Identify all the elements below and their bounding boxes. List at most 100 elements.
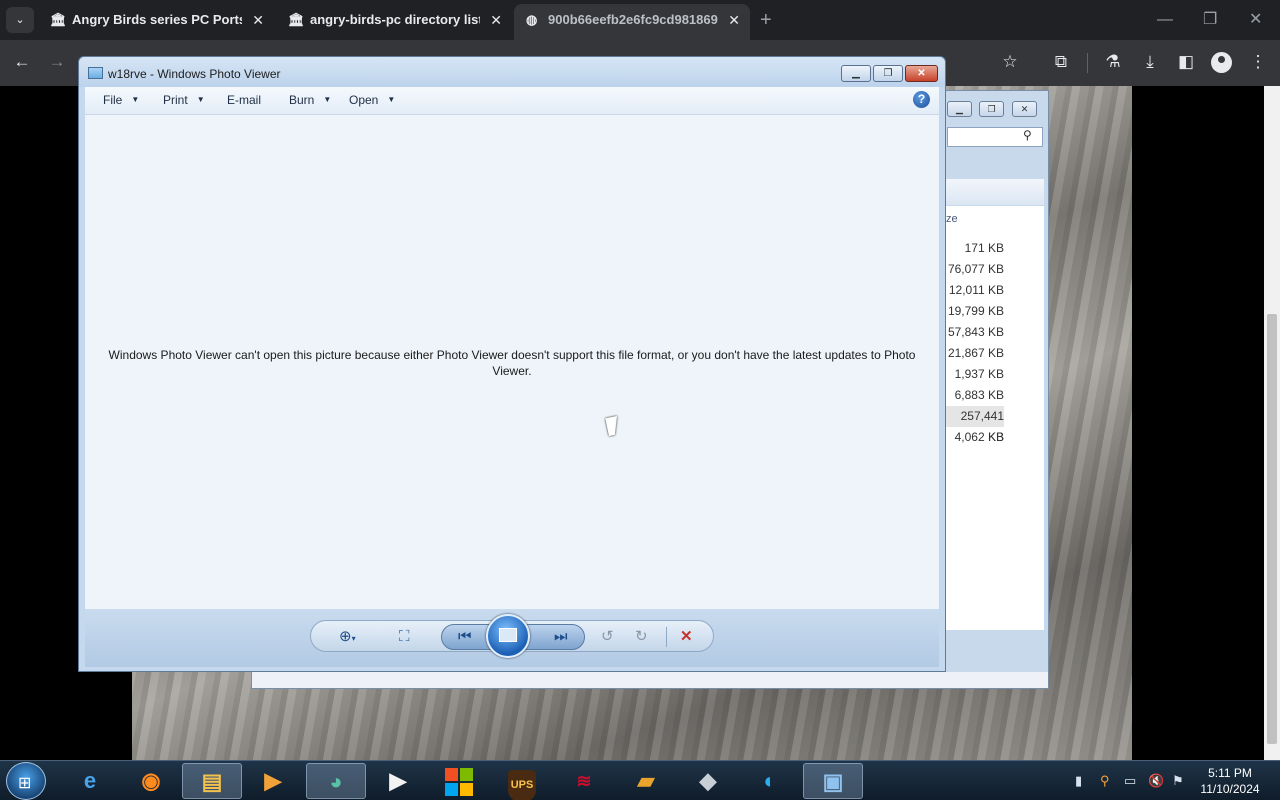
edge-icon[interactable]: ◐ [740,763,800,799]
tab-search-button[interactable]: ⌄ [6,7,34,33]
tab-active-file[interactable]: ◍ 900b66eefb2e6fc9cd981869c7 ✕ [514,4,750,40]
file-size-cell[interactable]: 4,062 KB [942,427,1004,448]
ups-label: UPS [508,770,536,800]
windows-store-icon[interactable] [430,763,490,799]
windows-taskbar: ⊞ e ◉ ▤ ▶ ◕ ▶ UPS ≋ ▰ ◆ ◐ ▣ ▮ ⚲ ▭ 🔇 ⚑ 5:… [0,760,1280,800]
youtube-icon[interactable]: ▶ [368,763,428,799]
photo-viewer-app-icon [88,67,103,79]
display-icon[interactable]: ▭ [1124,773,1136,789]
globe-icon: ◍ [526,12,538,27]
media-player-icon[interactable]: ▶ [243,763,303,799]
photo-viewer-close-button[interactable]: ✕ [905,65,938,82]
forward-arrow-icon[interactable]: → [46,52,68,72]
menu-email[interactable]: E-mail [227,93,261,107]
file-size-cell[interactable]: 6,883 KB [942,385,1004,406]
explorer-status-bar [252,672,1048,688]
tab-title: Angry Birds series PC Ports : R [72,12,242,27]
close-tab-icon[interactable]: ✕ [490,4,502,36]
file-size-cell[interactable]: 171 KB [942,238,1004,259]
file-size-cell[interactable]: 21,867 KB [942,343,1004,364]
clock-date: 11/10/2024 [1200,782,1260,796]
search-icon[interactable]: ⚲ [1023,128,1032,142]
error-message: Windows Photo Viewer can't open this pic… [108,348,916,378]
help-icon[interactable]: ? [913,91,930,108]
rotate-clockwise-icon[interactable]: ↻ [635,629,648,645]
file-size-cell-selected[interactable]: 257,441 KB [942,406,1004,444]
close-tab-icon[interactable]: ✕ [252,4,264,36]
system-clock[interactable]: 5:11 PM 11/10/2024 [1195,765,1265,797]
shopping-bag-icon[interactable]: ▰ [616,763,676,799]
window-title: w18rve - Windows Photo Viewer [108,67,281,81]
actual-size-icon[interactable]: ⛶ [399,629,410,645]
photo-viewer-icon[interactable]: ▣ [803,763,863,799]
menu-kebab-icon[interactable]: ⋮ [1247,52,1269,72]
labs-flask-icon[interactable]: ⚗ [1102,52,1124,72]
bank-of-america-icon[interactable]: ≋ [554,763,614,799]
menu-file[interactable]: File ▼ [103,93,139,107]
photo-viewer-minimize-button[interactable]: ▁ [841,65,871,82]
delete-icon[interactable]: ✕ [680,629,693,645]
next-icon[interactable]: ⏭ [554,629,568,645]
network-icon[interactable]: ▮ [1075,773,1082,789]
explorer-command-bar: ▼ ? [942,179,1044,205]
menu-label: File [103,93,123,107]
internet-explorer-icon[interactable]: e [60,763,120,799]
scrollbar-thumb[interactable] [1267,314,1277,744]
start-button[interactable]: ⊞ [6,762,46,800]
minimize-button[interactable]: — [1157,8,1173,32]
photo-viewer-titlebar[interactable]: w18rve - Windows Photo Viewer ▁ ❐ ✕ [79,57,945,87]
explorer-restore-button[interactable]: ❐ [979,101,1004,117]
file-size-cell[interactable]: 19,799 KB [942,301,1004,322]
tab-directory-listing[interactable]: 🏛 angry-birds-pc directory listin ✕ [276,4,512,40]
archive-icon: 🏛 [50,12,67,27]
size-column-header[interactable]: ze [946,213,958,225]
profile-avatar-icon[interactable] [1211,52,1232,73]
file-size-cell[interactable]: 12,011 KB [942,280,1004,301]
restore-button[interactable]: ❐ [1203,8,1217,32]
back-arrow-icon[interactable]: ← [11,52,33,72]
toolbar-divider [1087,53,1088,73]
close-window-button[interactable]: ✕ [1249,8,1262,32]
slideshow-icon [499,628,517,642]
photo-viewer-maximize-button[interactable]: ❐ [873,65,903,82]
menu-label: Open [349,93,379,107]
explorer-close-button[interactable]: ✕ [1012,101,1037,117]
file-size-cell[interactable]: 57,843 KB [942,322,1004,343]
volume-muted-icon[interactable]: 🔇 [1148,773,1164,789]
image-display-area: Windows Photo Viewer can't open this pic… [85,115,939,609]
file-explorer-icon[interactable]: ▤ [182,763,242,799]
chevron-down-icon: ▼ [387,95,396,104]
rotate-counterclockwise-icon[interactable]: ↺ [601,629,614,645]
slideshow-button[interactable] [486,614,530,658]
new-tab-button[interactable]: + [760,8,772,32]
firefox-icon[interactable]: ◉ [121,763,181,799]
page-scrollbar[interactable] [1264,86,1280,760]
photo-viewer-window[interactable]: w18rve - Windows Photo Viewer ▁ ❐ ✕ File… [78,56,946,672]
menu-label: E-mail [227,93,262,107]
previous-icon[interactable]: ⏮ [458,629,472,645]
file-size-cell[interactable]: 1,937 KB [942,364,1004,385]
blank-app-icon[interactable]: ◆ [678,763,738,799]
menu-open[interactable]: Open ▼ [349,93,395,107]
menu-print[interactable]: Print ▼ [163,93,205,107]
search-tray-icon[interactable]: ⚲ [1100,773,1110,789]
controls-pill: ⊕▾ ⛶ ⏮ ⏭ ↺ ↻ ✕ [310,614,714,658]
clock-time: 5:11 PM [1208,766,1252,780]
tab-title: angry-birds-pc directory listin [310,12,480,27]
side-panel-icon[interactable]: ◧ [1175,52,1197,72]
bookmark-star-icon[interactable]: ☆ [999,52,1021,72]
tab-angry-birds-ports[interactable]: 🏛 Angry Birds series PC Ports : R ✕ [38,4,274,40]
extensions-icon[interactable]: ⧉ [1050,52,1072,72]
action-center-flag-icon[interactable]: ⚑ [1172,773,1184,789]
tab-title: 900b66eefb2e6fc9cd981869c7 [548,12,718,27]
app-globe-icon[interactable]: ◕ [306,763,366,799]
chevron-down-icon: ▼ [196,95,205,104]
ups-icon[interactable]: UPS [492,763,552,800]
file-size-cell[interactable]: 76,077 KB [942,259,1004,280]
menu-burn[interactable]: Burn ▼ [289,93,331,107]
zoom-icon[interactable]: ⊕▾ [339,629,356,647]
download-icon[interactable]: ⤓ [1139,52,1161,72]
photo-viewer-controls-bar: ⊕▾ ⛶ ⏮ ⏭ ↺ ↻ ✕ [85,609,939,667]
close-tab-icon[interactable]: ✕ [728,4,740,36]
explorer-minimize-button[interactable]: ▁ [947,101,972,117]
